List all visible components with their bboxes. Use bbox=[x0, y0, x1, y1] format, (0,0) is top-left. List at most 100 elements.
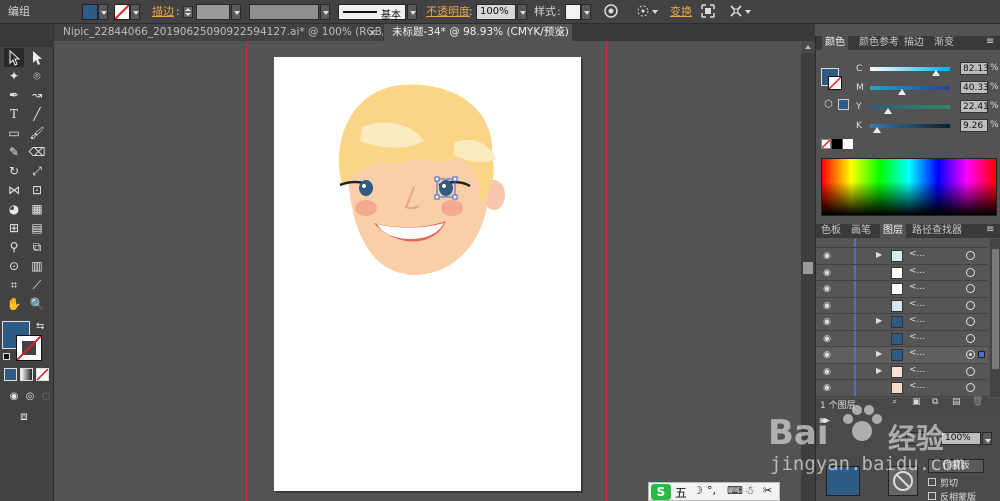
tab-color[interactable]: 颜色 bbox=[822, 36, 848, 50]
sogou-icon[interactable]: S bbox=[651, 484, 671, 500]
layers-scrollbar[interactable] bbox=[990, 239, 1000, 397]
tab-nipic-document[interactable]: Nipic_22844066_20190625090922594127.ai* … bbox=[55, 24, 383, 41]
rotate-tool-icon[interactable]: ↻ bbox=[4, 162, 24, 181]
tab-brushes[interactable]: 画笔 bbox=[851, 224, 871, 238]
visibility-eye-icon[interactable]: ◉ bbox=[821, 382, 833, 394]
gradient-mode-icon[interactable] bbox=[20, 368, 33, 381]
color-mode-icon[interactable] bbox=[4, 368, 17, 381]
out-of-gamut-icon[interactable]: ⬡ bbox=[824, 99, 833, 110]
layer-row[interactable]: ◉ <... bbox=[816, 281, 988, 298]
layer-row[interactable]: ◉ <... bbox=[816, 264, 988, 281]
slider-track[interactable] bbox=[870, 124, 950, 128]
moon-icon[interactable]: ☽ bbox=[693, 484, 703, 497]
expand-triangle-icon[interactable]: ▶ bbox=[876, 349, 882, 358]
stroke-weight-dropdown-icon[interactable] bbox=[231, 4, 241, 20]
visibility-eye-icon[interactable]: ◉ bbox=[821, 349, 833, 361]
expand-triangle-icon[interactable]: ▶ bbox=[876, 250, 882, 259]
tab-layers[interactable]: 图层 bbox=[880, 224, 906, 238]
layer-row[interactable]: ◉ ▶ <... bbox=[816, 347, 988, 364]
panel-menu-icon[interactable]: ≡ bbox=[986, 36, 994, 47]
opacity-field[interactable]: 100% bbox=[476, 4, 516, 20]
gamut-swatch[interactable] bbox=[838, 99, 849, 110]
default-colors-icon[interactable] bbox=[3, 353, 10, 360]
target-circle-icon[interactable] bbox=[966, 383, 975, 392]
gradient-tool-icon[interactable]: ▤ bbox=[27, 219, 47, 238]
perspective-grid-tool-icon[interactable]: ▦ bbox=[27, 200, 47, 219]
layer-name[interactable]: <... bbox=[909, 365, 925, 375]
visibility-eye-icon[interactable]: ◉ bbox=[821, 267, 833, 279]
selected-art-indicator[interactable] bbox=[978, 351, 985, 358]
pencil-tool-icon[interactable]: ✎ bbox=[4, 143, 24, 162]
target-circle-icon[interactable] bbox=[966, 317, 975, 326]
column-graph-tool-icon[interactable]: ▥ bbox=[27, 257, 47, 276]
tab-pathfinder[interactable]: 路径查找器 bbox=[912, 224, 962, 238]
isolate-group-icon[interactable] bbox=[699, 3, 717, 21]
slider-knob[interactable] bbox=[883, 108, 892, 114]
keyboard-icon[interactable]: ⌨ bbox=[727, 484, 743, 497]
variable-width-dropdown-icon[interactable] bbox=[320, 4, 330, 20]
artboard[interactable] bbox=[274, 57, 581, 491]
panel-options-icon[interactable] bbox=[727, 3, 745, 21]
paintbrush-tool-icon[interactable]: 🖌 bbox=[27, 124, 47, 143]
target-circle-icon[interactable] bbox=[966, 284, 975, 293]
delete-layer-icon[interactable]: 🗑 bbox=[972, 397, 983, 407]
none-swatch[interactable] bbox=[821, 139, 831, 149]
ime-mode-label[interactable]: 五 bbox=[675, 484, 687, 501]
curvature-tool-icon[interactable]: ↝ bbox=[27, 86, 47, 105]
transparency-opacity-dropdown-icon[interactable] bbox=[982, 432, 992, 445]
expand-triangle-icon[interactable]: ▶ bbox=[876, 366, 882, 375]
color-panel-stroke-swatch[interactable] bbox=[828, 76, 842, 90]
line-segment-tool-icon[interactable]: ╱ bbox=[27, 105, 47, 124]
panel-menu-icon[interactable]: ≡ bbox=[986, 224, 994, 235]
align-dropdown-icon[interactable] bbox=[652, 10, 658, 14]
visibility-eye-icon[interactable]: ◉ bbox=[821, 283, 833, 295]
layer-name[interactable]: <... bbox=[909, 315, 925, 325]
direct-selection-tool-icon[interactable] bbox=[27, 48, 47, 67]
target-circle-icon[interactable] bbox=[966, 333, 975, 343]
transform-label[interactable]: 变换 bbox=[670, 0, 692, 24]
invert-mask-checkbox[interactable] bbox=[928, 492, 936, 500]
slider-value-field[interactable]: 40.33 bbox=[960, 81, 989, 94]
opacity-dropdown-icon[interactable] bbox=[517, 4, 527, 20]
visibility-eye-icon[interactable]: ◉ bbox=[821, 250, 833, 262]
layer-row[interactable]: ◉ <... bbox=[816, 297, 988, 314]
slider-knob[interactable] bbox=[931, 70, 940, 76]
zoom-tool-icon[interactable]: 🔍 bbox=[27, 295, 47, 314]
visibility-eye-icon[interactable]: ◉ bbox=[821, 366, 833, 378]
layer-name[interactable]: <... bbox=[909, 348, 925, 358]
stroke-swatch[interactable] bbox=[114, 4, 130, 20]
slider-track[interactable] bbox=[870, 86, 950, 90]
target-circle-icon[interactable] bbox=[966, 366, 975, 376]
variable-width-field[interactable] bbox=[249, 4, 319, 20]
align-options-icon[interactable] bbox=[634, 3, 652, 21]
mesh-tool-icon[interactable]: ⊞ bbox=[4, 219, 24, 238]
panel-options-dropdown-icon[interactable] bbox=[745, 10, 751, 14]
fill-swatch[interactable] bbox=[82, 4, 98, 20]
layer-row[interactable]: ◉ ▶ <... bbox=[816, 248, 988, 265]
slider-value-field[interactable]: 9.26 bbox=[960, 119, 988, 132]
tools-icon[interactable]: ✂ bbox=[763, 484, 772, 497]
layer-name[interactable]: <... bbox=[909, 299, 925, 309]
canvas-area[interactable] bbox=[55, 41, 815, 501]
tab-untitled-34[interactable]: 未标题-34* @ 98.93% (CMYK/预览) × bbox=[384, 24, 572, 41]
layer-name[interactable]: <... bbox=[909, 282, 925, 292]
brush-style-dropdown-icon[interactable] bbox=[407, 4, 417, 20]
free-transform-tool-icon[interactable]: ⊡ bbox=[27, 181, 47, 200]
layer-name[interactable]: <... bbox=[909, 332, 925, 342]
shape-builder-tool-icon[interactable]: ◕ bbox=[4, 200, 24, 219]
black-swatch[interactable] bbox=[832, 139, 842, 149]
hand-tool-icon[interactable]: ✋ bbox=[4, 295, 24, 314]
visibility-eye-icon[interactable]: ◉ bbox=[821, 333, 833, 345]
recolor-artwork-icon[interactable] bbox=[602, 3, 620, 21]
screen-mode-icon[interactable]: ⧈ bbox=[14, 407, 34, 426]
symbol-sprayer-tool-icon[interactable]: ⊙ bbox=[4, 257, 24, 276]
visibility-eye-icon[interactable]: ◉ bbox=[821, 316, 833, 328]
skin-icon[interactable]: ☃ bbox=[745, 484, 755, 497]
layer-row[interactable]: ◉ <... bbox=[816, 330, 988, 347]
illustration-face[interactable] bbox=[274, 57, 581, 491]
layers-scroll-thumb[interactable] bbox=[992, 249, 999, 369]
close-icon[interactable]: × bbox=[557, 24, 566, 41]
blend-tool-icon[interactable]: ⧉ bbox=[27, 238, 47, 257]
graphic-style-dropdown-icon[interactable] bbox=[581, 4, 591, 20]
graphic-style-swatch[interactable] bbox=[565, 4, 581, 20]
